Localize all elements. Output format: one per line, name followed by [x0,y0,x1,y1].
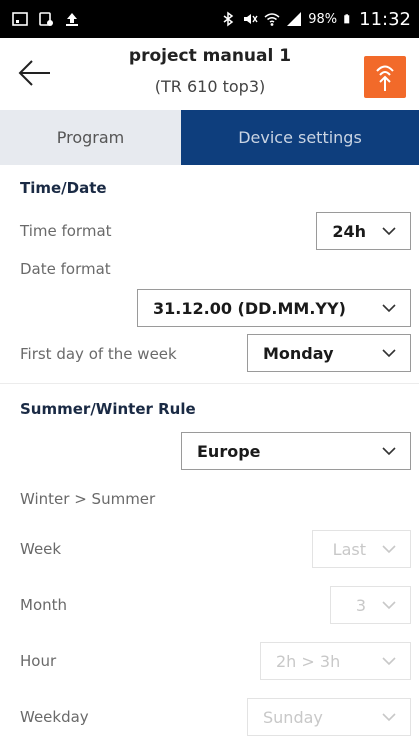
hour-select[interactable]: 2h > 3h [260,642,411,680]
transfer-icon [376,65,394,91]
time-format-label: Time format [20,222,112,240]
cast-icon [39,12,53,26]
weekday-select[interactable]: Sunday [247,698,411,736]
first-day-select[interactable]: Monday [247,334,411,372]
battery-icon [344,14,350,24]
chevron-down-icon [382,304,396,313]
status-bar: 98% 11:32 [0,0,419,38]
chevron-down-icon [382,349,396,358]
winter-summer-label: Winter > Summer [20,490,156,508]
week-select[interactable]: Last [312,530,411,568]
hour-value: 2h > 3h [276,652,341,671]
summer-winter-rule-value: Europe [197,442,261,461]
month-select[interactable]: 3 [330,586,411,624]
chevron-down-icon [382,713,396,722]
tab-bar: Program Device settings [0,110,419,165]
summer-winter-rule-select[interactable]: Europe [181,432,411,470]
first-day-label: First day of the week [20,345,177,363]
chevron-down-icon [382,227,396,236]
hour-label: Hour [20,652,57,670]
back-arrow-icon[interactable] [18,58,52,88]
divider [0,383,419,384]
date-format-label: Date format [20,260,111,278]
page-subtitle: (TR 610 top3) [154,77,266,96]
bluetooth-icon [223,11,234,27]
battery-percent: 98% [308,11,338,27]
chevron-down-icon [382,657,396,666]
chevron-down-icon [382,601,396,610]
month-label: Month [20,596,68,614]
wifi-icon [264,13,280,26]
date-format-select[interactable]: 31.12.00 (DD.MM.YY) [137,289,411,327]
screenshot-icon [12,12,28,26]
mute-icon [244,14,258,24]
month-value: 3 [355,596,366,615]
clock: 11:32 [359,8,411,30]
week-label: Week [20,540,62,558]
weekday-value: Sunday [263,708,323,727]
section-time-date: Time/Date [20,179,107,197]
chevron-down-icon [382,545,396,554]
transfer-button[interactable] [364,56,406,98]
first-day-value: Monday [263,344,334,363]
upload-icon [66,13,78,26]
time-format-value: 24h [332,222,366,241]
time-format-select[interactable]: 24h [316,212,411,250]
section-summer-winter: Summer/Winter Rule [20,400,196,418]
chevron-down-icon [382,447,396,456]
tab-program[interactable]: Program [0,110,181,165]
page-title: project manual 1 [128,46,292,66]
app-header: project manual 1 (TR 610 top3) [0,38,419,110]
week-value: Last [332,540,366,559]
signal-icon [287,12,302,26]
weekday-label: Weekday [20,708,89,726]
tab-device-settings[interactable]: Device settings [181,110,419,165]
date-format-value: 31.12.00 (DD.MM.YY) [153,299,346,318]
